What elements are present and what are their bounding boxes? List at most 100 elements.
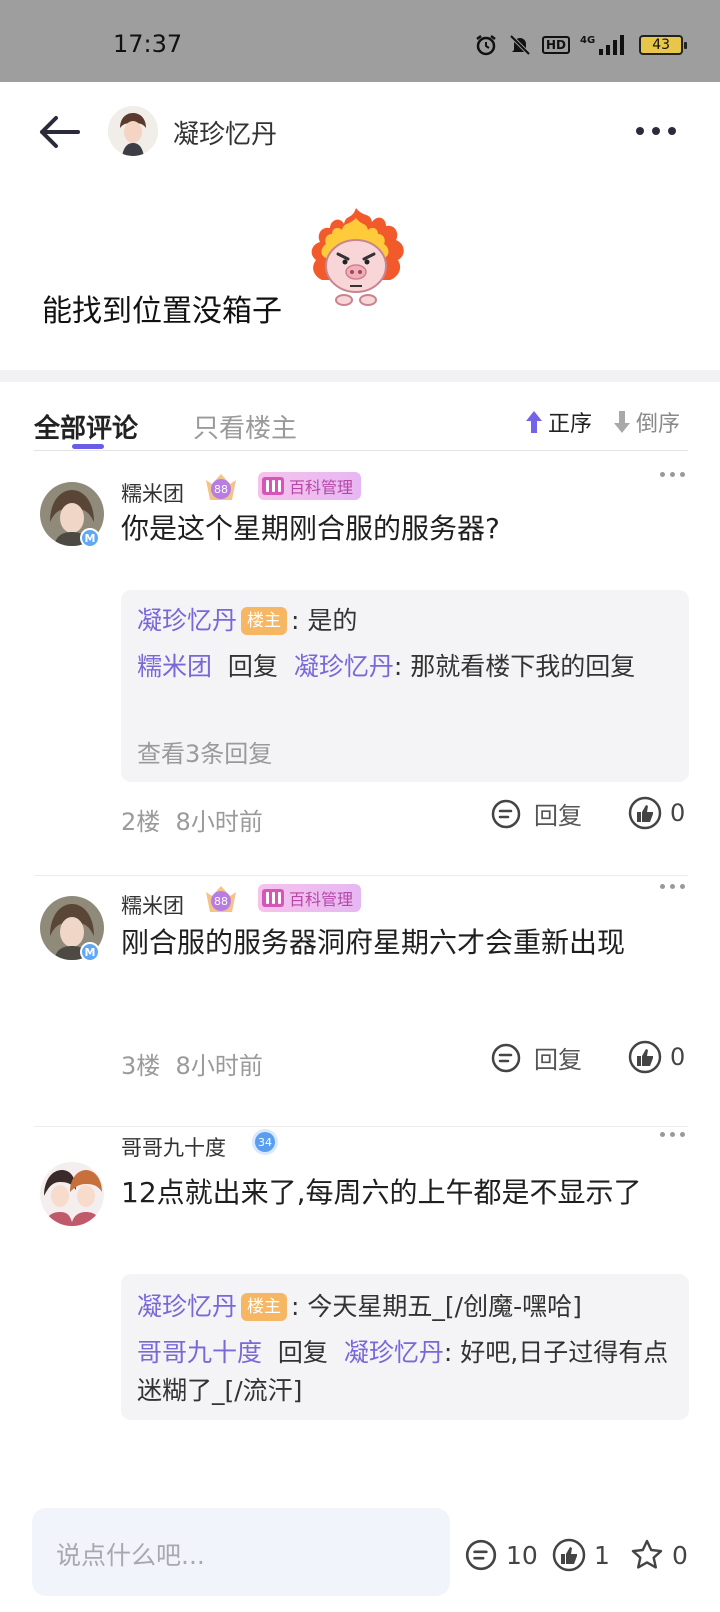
op-tag: 楼主 (241, 1293, 288, 1321)
favorite-button[interactable]: 0 (630, 1538, 688, 1572)
level-badge-icon: 34 (252, 1129, 278, 1155)
reply-username[interactable]: 凝珍忆丹 (137, 606, 237, 635)
reply-username[interactable]: 糯米团 (137, 652, 212, 681)
comment-text: 你是这个星期刚合服的服务器? (121, 512, 500, 545)
reply-box: 凝珍忆丹 楼主: 是的 糯米团 回复 凝珍忆丹: 那就看楼下我的回复 查看3条回复 (121, 590, 689, 782)
comment-count: 10 (506, 1540, 538, 1570)
post-text: 能找到位置没箱子 (42, 294, 282, 329)
like-button[interactable]: 0 (628, 1040, 685, 1074)
bottom-action-bar: 说点什么吧... 10 1 0 (0, 1500, 720, 1612)
level-text: 88 (214, 895, 228, 908)
like-button[interactable]: 0 (628, 796, 685, 830)
reply-line[interactable]: 凝珍忆丹 楼主: 是的 (137, 602, 677, 640)
floor-label: 3楼 (121, 1052, 161, 1080)
tab-op-only[interactable]: 只看楼主 (193, 408, 297, 445)
comment-username[interactable]: 哥哥九十度 (121, 1132, 226, 1162)
reply-separator: : (291, 606, 300, 635)
author-avatar[interactable] (108, 106, 158, 156)
star-icon (631, 1539, 663, 1569)
reply-username[interactable]: 哥哥九十度 (137, 1338, 262, 1367)
tab-active-indicator (72, 444, 104, 449)
comment-item: 哥哥九十度 34 12点就出来了,每周六的上午都是不显示了 凝珍忆丹 楼主: 今天… (0, 1128, 720, 1468)
sort-desc-label: 倒序 (636, 412, 681, 437)
comment-bubble-icon (465, 1539, 497, 1571)
post-header: 凝珍忆丹 (0, 82, 720, 182)
reply-target-username[interactable]: 凝珍忆丹 (344, 1338, 444, 1367)
reply-box: 凝珍忆丹 楼主: 今天星期五_[/创魔-嘿哈] 哥哥九十度 回复 凝珍忆丹: 好吧… (121, 1274, 689, 1420)
comment-text: 刚合服的服务器洞府星期六才会重新出现 (121, 926, 626, 959)
thumbs-up-icon (628, 796, 662, 830)
reply-line[interactable]: 糯米团 回复 凝珍忆丹: 那就看楼下我的回复 (137, 648, 677, 686)
back-arrow-icon[interactable] (36, 112, 82, 152)
more-options-icon[interactable] (636, 124, 680, 138)
status-time: 17:37 (113, 30, 183, 58)
role-tag: 百科管理 (258, 472, 362, 500)
level-text: 88 (214, 483, 228, 496)
verified-badge: M (80, 942, 100, 962)
role-tag: 百科管理 (258, 884, 362, 912)
book-icon (262, 477, 284, 495)
comment-username[interactable]: 糯米团 (121, 478, 184, 508)
reply-line[interactable]: 凝珍忆丹 楼主: 今天星期五_[/创魔-嘿哈] (137, 1288, 677, 1326)
section-divider (0, 370, 720, 382)
comment-username[interactable]: 糯米团 (121, 890, 184, 920)
reply-text: 那就看楼下我的回复 (410, 652, 636, 681)
comment-count-button[interactable]: 10 (464, 1538, 538, 1572)
comment-time: 8小时前 (175, 808, 263, 836)
level-badge-icon: 88 (206, 886, 236, 912)
reply-button[interactable]: 回复 (490, 1040, 582, 1075)
reply-word: 回复 (227, 652, 278, 681)
comment-more-icon[interactable] (660, 472, 685, 477)
reply-button[interactable]: 回复 (490, 796, 582, 831)
comment-input-placeholder: 说点什么吧... (56, 1541, 205, 1570)
floor-label: 2楼 (121, 808, 161, 836)
comment-separator (34, 1126, 688, 1127)
like-count: 0 (670, 1043, 686, 1071)
status-icons: HD 4G 43 (474, 32, 688, 58)
author-name[interactable]: 凝珍忆丹 (173, 114, 277, 151)
reply-separator: : (443, 1338, 453, 1367)
tab-all-comments[interactable]: 全部评论 (34, 408, 138, 445)
role-label: 百科管理 (289, 478, 354, 497)
comment-more-icon[interactable] (660, 884, 685, 889)
comment-bubble-icon (491, 799, 521, 828)
op-tag: 楼主 (241, 607, 288, 635)
alarm-icon (476, 35, 496, 56)
signal-icon (599, 35, 625, 55)
favorite-count: 0 (672, 1540, 688, 1570)
view-more-replies[interactable]: 查看3条回复 (137, 734, 272, 769)
reply-line[interactable]: 哥哥九十度 回复 凝珍忆丹: 好吧,日子过得有点迷糊了_[/流汗] (137, 1334, 677, 1410)
reply-word: 回复 (277, 1338, 328, 1367)
comment-more-icon[interactable] (660, 1132, 685, 1137)
post-like-count: 1 (594, 1540, 610, 1570)
level-text: 34 (258, 1136, 272, 1149)
comment-time: 8小时前 (175, 1052, 263, 1080)
mute-bell-icon (509, 34, 531, 56)
reply-label: 回复 (534, 802, 582, 830)
reply-separator: : (291, 1292, 300, 1321)
reply-text: 是的 (307, 606, 358, 635)
network-type: 4G (580, 34, 596, 46)
sort-asc-button[interactable]: 正序 (524, 406, 592, 438)
battery-icon: 43 (639, 35, 688, 55)
angry-pig-sticker (311, 208, 404, 306)
thumbs-up-icon (552, 1538, 586, 1572)
reply-label: 回复 (534, 1046, 582, 1074)
reply-username[interactable]: 凝珍忆丹 (137, 1292, 237, 1321)
comment-item: M 糯米团 88 百科管理 你是这个星期刚合服的服务器? 凝珍忆丹 楼主: 是的 … (0, 462, 720, 877)
post-like-button[interactable]: 1 (552, 1538, 610, 1572)
comment-input[interactable]: 说点什么吧... (32, 1508, 450, 1596)
avatar[interactable] (40, 1162, 104, 1226)
hd-icon: HD (542, 36, 571, 54)
sort-desc-button[interactable]: 倒序 (612, 406, 680, 438)
level-badge-icon: 88 (206, 474, 236, 500)
verified-badge: M (80, 528, 100, 548)
reply-target-username[interactable]: 凝珍忆丹 (294, 652, 394, 681)
arrow-up-icon (526, 411, 542, 433)
reply-separator: : (393, 652, 403, 681)
comment-bubble-icon (491, 1043, 521, 1072)
thumbs-up-icon (628, 1040, 662, 1074)
sort-asc-label: 正序 (548, 412, 593, 437)
comment-text: 12点就出来了,每周六的上午都是不显示了 (121, 1176, 642, 1209)
reply-text: 今天星期五_[/创魔-嘿哈] (307, 1292, 582, 1321)
